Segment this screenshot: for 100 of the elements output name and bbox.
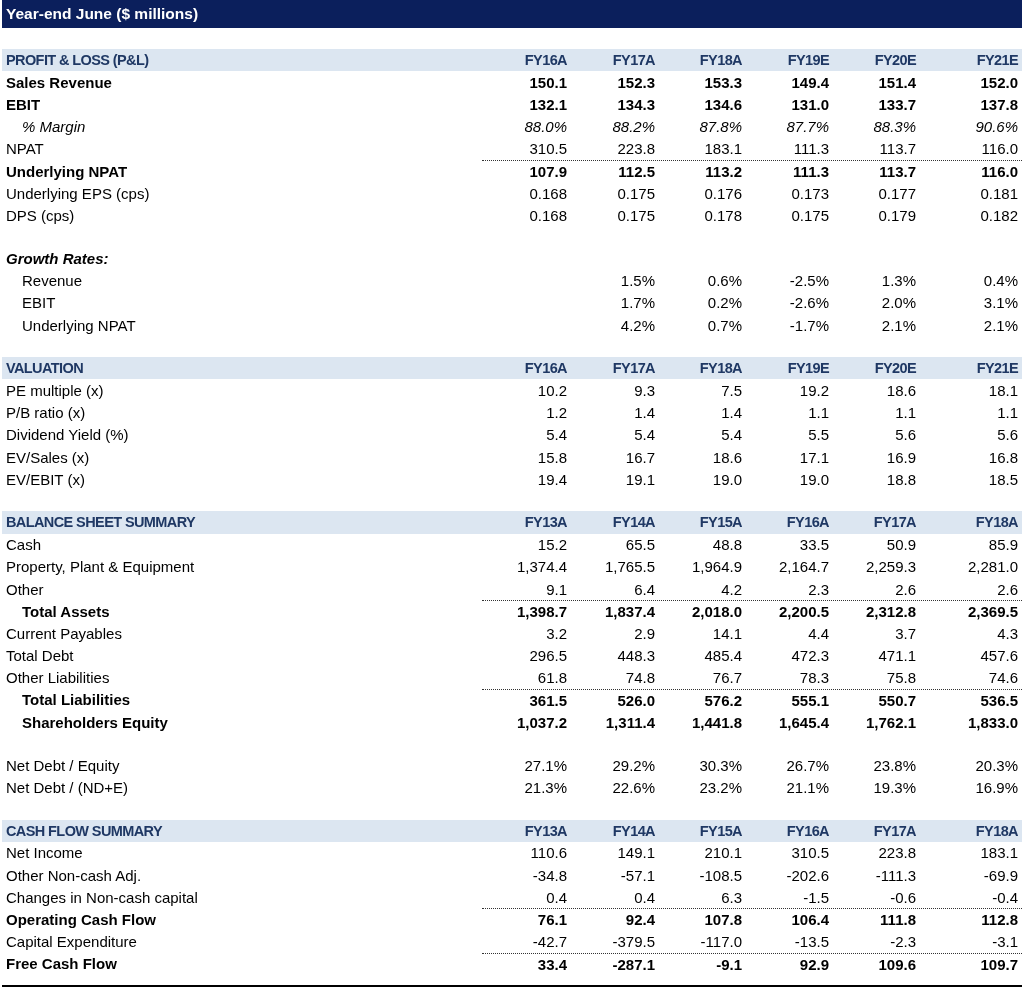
- column-header: FY18A: [974, 513, 1019, 533]
- table-cell-text: -0.6: [889, 887, 917, 908]
- table-cell-text: 19.2: [798, 381, 830, 402]
- table-cell-text: 576.2: [703, 690, 743, 711]
- table-cell-text: 0.4%: [982, 271, 1019, 292]
- table-cell-text: 4.2%: [619, 315, 656, 336]
- table-cell-text: 1,964.9: [690, 557, 743, 578]
- table-cell-text: 1,311.4: [604, 712, 656, 733]
- table-cell-text: 85.9: [987, 535, 1019, 556]
- table-cell-text: -69.9: [982, 865, 1019, 886]
- table-cell-text: 2.3: [807, 579, 830, 600]
- table-cell-text: 16.7: [624, 447, 656, 468]
- table-cell-text: 1.2: [545, 403, 568, 424]
- section-heading: PROFIT & LOSS (P&L): [5, 51, 150, 71]
- table-cell-text: 1,441.8: [690, 712, 743, 733]
- table-cell-text: 116.0: [980, 162, 1019, 183]
- table-cell-text: 5.6: [996, 425, 1019, 446]
- table-cell-text: 16.8: [987, 447, 1019, 468]
- row-label: PE multiple (x): [5, 381, 105, 402]
- table-cell-text: 65.5: [624, 535, 656, 556]
- table-cell-text: 150.1: [528, 72, 568, 93]
- table-cell-text: 153.3: [703, 72, 743, 93]
- table-cell-text: 0.4: [545, 887, 568, 908]
- table-cell-text: 15.8: [536, 447, 568, 468]
- table-cell-text: -2.3: [889, 932, 917, 953]
- column-header: FY16A: [785, 513, 830, 533]
- table-cell-text: 1,765.5: [603, 557, 656, 578]
- table-cell-text: 76.1: [536, 910, 568, 931]
- table-cell-text: 111.3: [792, 139, 830, 160]
- table-cell-text: 0.6%: [706, 271, 743, 292]
- table-cell-text: 1.7%: [619, 293, 656, 314]
- column-header: FY15A: [698, 821, 743, 841]
- table-cell-text: 92.4: [624, 910, 656, 931]
- row-label: % Margin: [21, 117, 87, 138]
- row-label: EBIT: [21, 293, 57, 314]
- table-cell-text: 133.7: [877, 94, 917, 115]
- table-cell-text: 0.182: [979, 205, 1019, 226]
- table-cell-text: 1,762.1: [864, 712, 917, 733]
- table-cell-text: 9.1: [545, 579, 568, 600]
- table-cell-text: 16.9%: [974, 778, 1019, 799]
- row-label: Current Payables: [5, 623, 123, 644]
- row-label: Free Cash Flow: [5, 954, 118, 975]
- table-cell-text: 111.3: [792, 162, 830, 183]
- table-cell-text: 27.1%: [523, 755, 568, 776]
- column-header: FY21E: [975, 359, 1019, 379]
- table-cell-text: 471.1: [877, 646, 917, 667]
- table-cell-text: 1.1: [894, 403, 917, 424]
- table-cell-text: 22.6%: [611, 778, 656, 799]
- table-cell-text: 149.4: [790, 72, 830, 93]
- column-header: FY15A: [698, 513, 743, 533]
- row-label: Dividend Yield (%): [5, 425, 130, 446]
- row-label: Underlying EPS (cps): [5, 183, 151, 204]
- table-cell-text: 550.7: [877, 690, 917, 711]
- table-cell-text: 310.5: [790, 843, 830, 864]
- table-cell-text: 110.6: [529, 843, 568, 864]
- row-label: P/B ratio (x): [5, 403, 87, 424]
- table-cell-text: 112.5: [617, 162, 656, 183]
- row-label: Net Debt / Equity: [5, 755, 121, 776]
- table-cell-text: 6.4: [633, 579, 656, 600]
- column-header: FY21E: [975, 51, 1019, 71]
- row-label: Net Income: [5, 843, 84, 864]
- row-label: Total Debt: [5, 646, 75, 667]
- table-cell-text: 88.2%: [611, 117, 656, 138]
- row-label: Net Debt / (ND+E): [5, 778, 130, 799]
- table-cell-text: 29.2%: [611, 755, 656, 776]
- table-cell-text: 1.4: [633, 403, 656, 424]
- section-heading: BALANCE SHEET SUMMARY: [5, 513, 197, 533]
- table-cell-text: 19.1: [624, 469, 656, 490]
- row-label: Growth Rates:: [5, 249, 110, 270]
- table-cell-text: 92.9: [798, 954, 830, 975]
- table-cell-text: 61.8: [536, 668, 568, 689]
- table-cell-text: 113.7: [878, 139, 917, 160]
- table-cell-text: 26.7%: [785, 755, 830, 776]
- table-cell-text: 6.3: [720, 887, 743, 908]
- table-cell-text: 1.1: [996, 403, 1019, 424]
- table-cell-text: 4.3: [996, 623, 1019, 644]
- table-cell-text: 2.9: [633, 623, 656, 644]
- table-cell-text: 111.8: [879, 910, 917, 931]
- row-label: Changes in Non-cash capital: [5, 887, 199, 908]
- table-cell-text: 0.168: [528, 205, 568, 226]
- table-cell-text: 2.0%: [880, 293, 917, 314]
- row-label: Capital Expenditure: [5, 932, 138, 953]
- table-cell-text: 19.3%: [872, 778, 917, 799]
- table-cell-text: -1.7%: [788, 315, 830, 336]
- table-cell-text: 1.1: [807, 403, 830, 424]
- table-cell-text: 2.1%: [982, 315, 1019, 336]
- table-cell-text: 0.173: [790, 183, 830, 204]
- table-cell-text: 0.4: [633, 887, 656, 908]
- column-header: FY16A: [523, 51, 568, 71]
- table-cell-text: -2.5%: [788, 271, 830, 292]
- column-header: FY14A: [611, 821, 656, 841]
- table-cell-text: 106.4: [790, 910, 830, 931]
- table-cell-text: 296.5: [528, 646, 568, 667]
- table-cell-text: 5.4: [545, 425, 568, 446]
- table-cell-text: 0.168: [528, 183, 568, 204]
- table-cell-text: 74.6: [987, 668, 1019, 689]
- table-cell-text: 76.7: [711, 668, 743, 689]
- table-cell-text: -111.3: [874, 865, 917, 886]
- table-cell-text: 1,037.2: [515, 712, 568, 733]
- table-cell-text: 1,645.4: [777, 712, 830, 733]
